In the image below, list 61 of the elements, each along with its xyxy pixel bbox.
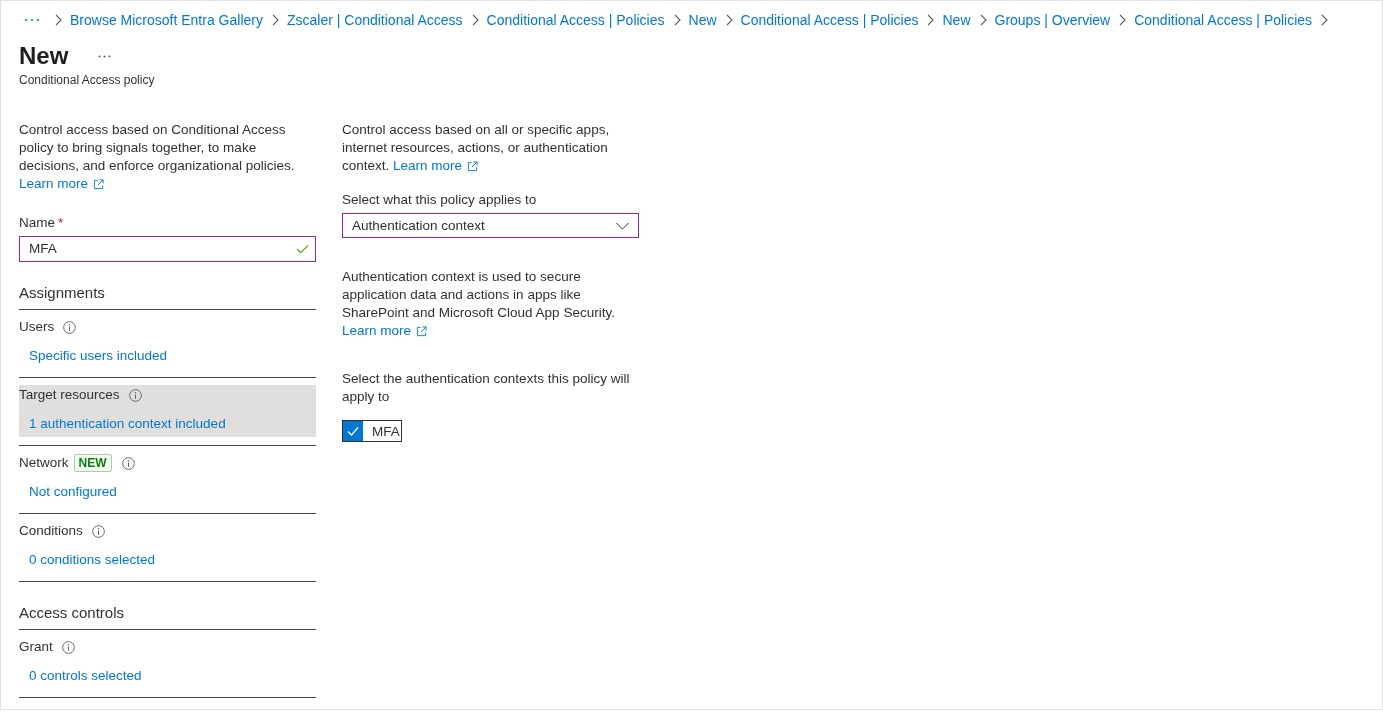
external-link-icon xyxy=(467,160,479,172)
description-text: Control access based on Conditional Access policy to bring signals together, to make decisions, and enforce organizational policies. xyxy=(19,121,296,175)
policy-row[interactable]: Grant 0 controls selected xyxy=(19,637,316,689)
more-icon[interactable] xyxy=(24,18,40,22)
chevron-right-icon xyxy=(471,14,479,26)
row-link[interactable]: 0 conditions selected xyxy=(29,550,156,570)
learn-more-link[interactable]: Learn more xyxy=(393,157,479,175)
section-heading: Assignments xyxy=(19,282,316,310)
chevron-right-icon xyxy=(927,14,935,26)
context-option[interactable]: MFA xyxy=(342,420,402,442)
learn-more-link[interactable]: Learn more xyxy=(19,175,105,193)
checkbox[interactable] xyxy=(343,421,363,441)
info-icon[interactable] xyxy=(128,388,142,402)
description-text: Authentication context is used to secure application data and actions in apps like SharePoint and Microsoft Cloud App Security. xyxy=(342,268,616,322)
more-icon[interactable] xyxy=(98,54,112,58)
field-label: Name * xyxy=(19,214,65,232)
row-label: Users xyxy=(19,318,55,336)
policy-row[interactable]: Network NEW Not configured xyxy=(19,453,316,505)
page-title: New xyxy=(19,41,69,71)
description-text: Control access based on all or specific apps, internet resources, actions, or authentication context. Learn more xyxy=(342,121,611,175)
row-label: Conditions xyxy=(19,522,83,540)
learn-more-link[interactable]: Learn more xyxy=(342,322,428,340)
policy-row[interactable]: Target resources 1 authentication context included xyxy=(19,385,316,437)
chevron-right-icon xyxy=(271,14,279,26)
row-link[interactable]: 0 controls selected xyxy=(29,666,142,686)
row-label: Target resources xyxy=(19,386,120,404)
info-icon[interactable] xyxy=(121,456,135,470)
chevron-right-icon xyxy=(725,14,733,26)
applies-to-dropdown[interactable]: Authentication context xyxy=(342,213,639,238)
row-label: Grant xyxy=(19,638,53,656)
section-heading: Access controls xyxy=(19,602,316,630)
breadcrumb-link[interactable]: Groups | Overview xyxy=(994,10,1111,30)
row-link[interactable]: Not configured xyxy=(29,482,117,502)
chevron-right-icon xyxy=(1119,14,1127,26)
policy-row[interactable]: Users Specific users included xyxy=(19,317,316,369)
row-link[interactable]: 1 authentication context included xyxy=(29,414,226,434)
breadcrumb-link[interactable]: New xyxy=(942,10,971,30)
field-label: Select the authentication contexts this policy will apply to xyxy=(342,370,631,406)
row-link[interactable]: Specific users included xyxy=(29,346,168,366)
breadcrumb-link[interactable]: Browse Microsoft Entra Gallery xyxy=(70,10,263,30)
chevron-right-icon xyxy=(979,14,987,26)
chevron-right-icon xyxy=(673,14,681,26)
breadcrumb-link[interactable]: Zscaler | Conditional Access xyxy=(286,10,463,30)
field-label: Select what this policy applies to xyxy=(342,191,538,209)
breadcrumb-link[interactable]: Conditional Access | Policies xyxy=(486,10,665,30)
breadcrumb-link[interactable]: Conditional Access | Policies xyxy=(1134,10,1313,30)
info-icon[interactable] xyxy=(91,524,105,538)
external-link-icon xyxy=(93,178,105,190)
info-icon[interactable] xyxy=(61,640,75,654)
breadcrumb-link[interactable]: Conditional Access | Policies xyxy=(740,10,919,30)
page-subtitle: Conditional Access policy xyxy=(19,72,155,88)
name-input[interactable]: MFA xyxy=(19,236,316,262)
row-label: Network xyxy=(19,454,69,472)
policy-row[interactable]: Conditions 0 conditions selected xyxy=(19,521,316,573)
chevron-right-icon xyxy=(55,14,62,26)
external-link-icon xyxy=(416,325,428,337)
chevron-right-icon xyxy=(1321,14,1329,26)
info-icon[interactable] xyxy=(63,320,77,334)
breadcrumb-link[interactable]: New xyxy=(688,10,717,30)
new-badge: NEW xyxy=(73,454,112,472)
chevron-down-icon xyxy=(615,221,630,230)
